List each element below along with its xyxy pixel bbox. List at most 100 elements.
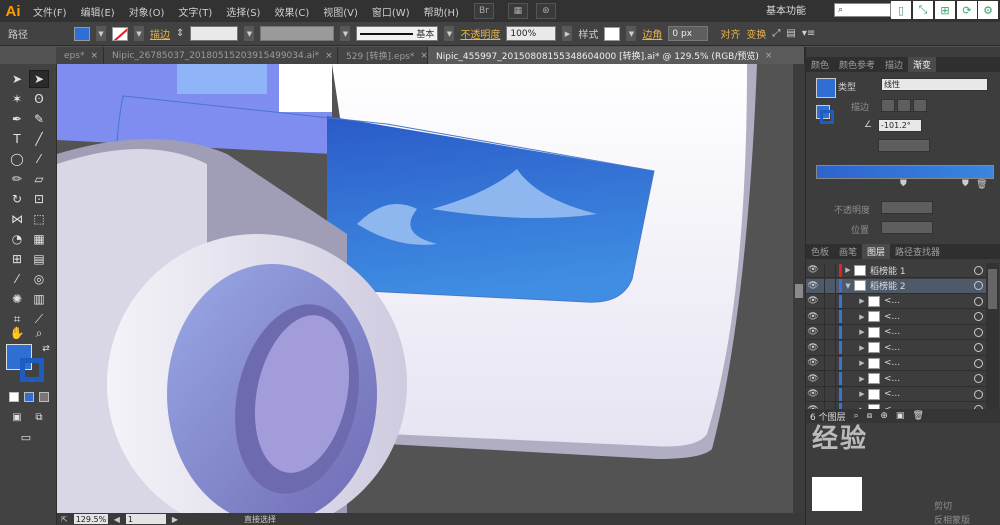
menu-item[interactable]: 文件(F) <box>26 4 74 19</box>
gpu-performance-icon[interactable]: ⊛ <box>535 3 556 19</box>
direct-selection-tool-icon[interactable]: ➤ <box>29 70 49 88</box>
paintbrush-tool-icon[interactable]: ⁄ <box>29 150 49 168</box>
lasso-tool-icon[interactable]: ʘ <box>29 90 49 108</box>
delete-layer-icon[interactable]: 🗑 <box>912 411 923 421</box>
curvature-tool-icon[interactable]: ✎ <box>29 110 49 128</box>
new-layer-icon[interactable]: ▣ <box>896 411 905 421</box>
visibility-eye-icon[interactable]: 👁 <box>806 343 820 353</box>
corner-link[interactable]: 边角 <box>642 26 662 41</box>
delete-stop-icon[interactable]: 🗑 <box>976 180 987 190</box>
tab-nipic-26785037[interactable]: Nipic_26785037_20180515203915499034.ai* × <box>104 47 338 64</box>
menu-item[interactable]: 选择(S) <box>219 4 267 19</box>
canvas-vertical-scrollbar[interactable] <box>793 64 805 513</box>
target-circle-icon[interactable] <box>974 389 983 399</box>
stroke-gradient-option-1[interactable] <box>881 99 895 112</box>
expand-triangle-icon[interactable]: ▶ <box>856 359 868 367</box>
tab-pathfinder[interactable]: 路径查找器 <box>890 244 945 259</box>
settings-icon[interactable]: ⚙ <box>978 1 998 19</box>
layer-row[interactable]: 👁 ▶ <... <box>806 386 986 402</box>
aspect-ratio-input[interactable] <box>878 139 930 152</box>
lock-toggle[interactable] <box>824 293 836 309</box>
scroll-thumb[interactable] <box>988 269 997 309</box>
stroke-weight-dropdown[interactable]: ▼ <box>244 26 255 41</box>
tab-gradient[interactable]: 渐变 <box>908 57 937 72</box>
symbol-sprayer-tool-icon[interactable]: ✺ <box>7 290 27 308</box>
swap-colors-icon[interactable]: ⇄ <box>36 340 56 358</box>
layer-row[interactable]: 👁 ▶ <... <box>806 309 986 325</box>
stop-position-input[interactable] <box>881 221 933 234</box>
visibility-eye-icon[interactable]: 👁 <box>806 312 820 322</box>
angle-input[interactable]: -101.2° <box>878 119 922 132</box>
color-mode-button[interactable] <box>9 392 19 402</box>
stroke-color-box[interactable] <box>20 358 44 382</box>
close-icon[interactable]: × <box>765 51 773 61</box>
stroke-dropdown[interactable]: ▼ <box>134 26 144 41</box>
expand-triangle-icon[interactable]: ▶ <box>856 390 868 398</box>
width-tool-icon[interactable]: ⋈ <box>7 210 27 228</box>
profile-dropdown[interactable]: ▼ <box>340 26 351 41</box>
expand-triangle-icon[interactable]: ▶ <box>856 313 868 321</box>
corner-input[interactable]: 0 px <box>668 26 709 41</box>
visibility-eye-icon[interactable]: 👁 <box>806 358 820 368</box>
gradient-stop-right-icon[interactable]: ⛊ <box>962 179 969 189</box>
opacity-input[interactable]: 100% <box>506 26 557 41</box>
opacity-dropdown[interactable]: ▶ <box>562 26 573 41</box>
target-circle-icon[interactable] <box>974 296 983 306</box>
eyedropper-tool-icon[interactable]: ⁄ <box>7 270 27 288</box>
free-transform-tool-icon[interactable]: ⬚ <box>29 210 49 228</box>
transform-link[interactable]: 变换 <box>746 26 766 41</box>
lock-toggle[interactable] <box>824 309 836 324</box>
tab-529[interactable]: 529 [转换].eps* × <box>338 47 428 64</box>
ellipse-tool-icon[interactable]: ◯ <box>7 150 27 168</box>
gradient-tool-icon[interactable]: ▤ <box>29 250 49 268</box>
expand-triangle-icon[interactable]: ▶ <box>856 344 868 352</box>
refresh-button[interactable]: ⟳ <box>957 1 977 19</box>
stroke-swatch[interactable] <box>112 26 128 41</box>
lock-toggle[interactable] <box>824 386 836 402</box>
fill-swatch[interactable] <box>74 26 90 41</box>
scale-tool-icon[interactable]: ⊡ <box>29 190 49 208</box>
prev-artboard-icon[interactable]: ◀ <box>114 515 120 524</box>
screen-mode-icon[interactable]: ▭ <box>16 428 36 446</box>
minimize-button[interactable]: ▯ <box>891 1 911 19</box>
gradient-slider[interactable] <box>816 165 994 179</box>
fill-dropdown[interactable]: ▼ <box>96 26 106 41</box>
menu-item[interactable]: 效果(C) <box>267 4 316 19</box>
expand-triangle-icon[interactable]: ▶ <box>856 328 868 336</box>
target-circle-icon[interactable] <box>974 343 983 352</box>
variable-width-profile[interactable] <box>260 26 335 41</box>
type-tool-icon[interactable]: T <box>7 130 27 148</box>
expand-triangle-icon[interactable]: ▶ <box>856 297 868 305</box>
gradient-type-select[interactable]: 线性 <box>881 78 988 91</box>
stroke-link[interactable]: 描边 <box>150 26 170 41</box>
gradient-mode-button[interactable] <box>24 392 34 402</box>
panel-menu-icon[interactable]: ▾≡ <box>802 28 815 39</box>
close-icon[interactable]: × <box>90 51 98 61</box>
visibility-eye-icon[interactable]: 👁 <box>806 374 820 384</box>
tab-color[interactable]: 颜色 <box>806 57 834 72</box>
lock-toggle[interactable] <box>824 340 836 355</box>
grid-button[interactable]: ⊞ <box>935 1 955 19</box>
stroke-gradient-swatch[interactable] <box>820 110 834 124</box>
isolate-icon[interactable]: ⤢ <box>772 28 780 39</box>
graphic-style-swatch[interactable] <box>604 26 621 41</box>
close-icon[interactable]: × <box>325 51 333 61</box>
shape-builder-tool-icon[interactable]: ◔ <box>7 230 27 248</box>
gradient-preview-swatch[interactable] <box>816 78 836 98</box>
visibility-eye-icon[interactable]: 👁 <box>806 327 820 337</box>
target-circle-icon[interactable] <box>974 312 983 321</box>
blend-tool-icon[interactable]: ◎ <box>29 270 49 288</box>
menu-item[interactable]: 窗口(W) <box>365 4 417 19</box>
pen-tool-icon[interactable]: ✒ <box>7 110 27 128</box>
gradient-stop-left-icon[interactable]: ⛊ <box>900 179 907 189</box>
layer-row[interactable]: 👁 ▶ <... <box>806 371 986 387</box>
tab-nipic-455997[interactable]: Nipic_455997_20150808155348604000 [转换].a… <box>428 47 805 64</box>
tab-brushes[interactable]: 画笔 <box>834 244 862 259</box>
layer-row[interactable]: 👁 ▶ <... <box>806 340 986 356</box>
expand-triangle-icon[interactable]: ▶ <box>842 266 854 274</box>
brush-definition[interactable]: 基本 <box>356 26 439 41</box>
zoom-input[interactable]: 129.5% <box>73 514 108 524</box>
draw-normal-icon[interactable]: ▣ <box>7 408 27 426</box>
target-circle-icon[interactable] <box>974 358 983 368</box>
close-icon[interactable]: × <box>420 51 428 61</box>
